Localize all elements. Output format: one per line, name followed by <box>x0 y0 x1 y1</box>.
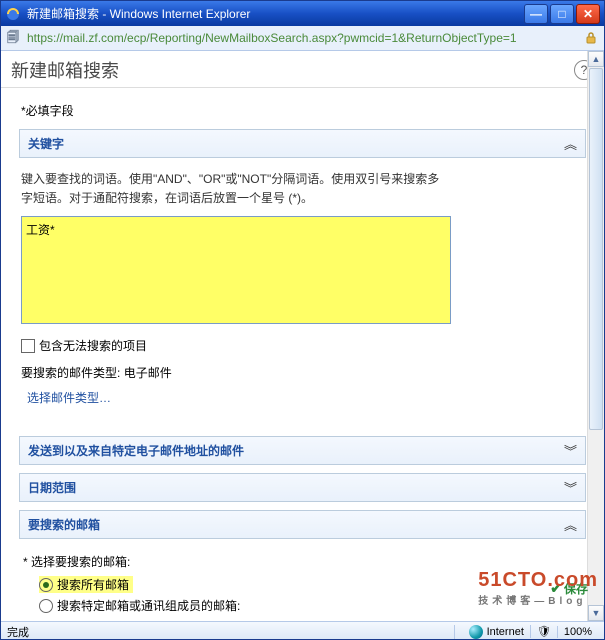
save-button[interactable]: ✔ 保存 <box>550 580 588 597</box>
address-bar: 🗐 https://mail.zf.com/ecp/Reporting/NewM… <box>1 26 604 51</box>
scrollbar-thumb[interactable] <box>589 68 603 430</box>
status-zoom[interactable]: 100% <box>557 626 598 638</box>
vertical-scrollbar[interactable]: ▲ ▼ <box>587 51 604 621</box>
window-title: 新建邮箱搜索 - Windows Internet Explorer <box>27 5 250 22</box>
status-bar: 完成 Internet 🛡 100% <box>1 621 604 640</box>
title-bar: 新建邮箱搜索 - Windows Internet Explorer — □ ✕ <box>1 1 604 26</box>
section-body-keywords: 键入要查找的词语。使用"AND"、"OR"或"NOT"分隔词语。使用双引号来搜索… <box>19 158 586 414</box>
maximize-button[interactable]: □ <box>550 4 574 24</box>
section-title: 发送到以及来自特定电子邮件地址的邮件 <box>28 442 244 459</box>
select-mailbox-label: * 选择要搜索的邮箱: <box>23 553 584 570</box>
radio-search-all-label: 搜索所有邮箱 <box>57 576 129 593</box>
keywords-input[interactable] <box>21 216 451 324</box>
section-header-keywords[interactable]: 关键字 ︽ <box>19 129 586 158</box>
radio-search-specific-label: 搜索特定邮箱或通讯组成员的邮箱: <box>57 597 240 614</box>
include-unsearchable-checkbox[interactable] <box>21 339 35 353</box>
section-title: 日期范围 <box>28 479 76 496</box>
close-button[interactable]: ✕ <box>576 4 600 24</box>
status-done: 完成 <box>7 624 29 640</box>
keywords-help-text: 键入要查找的词语。使用"AND"、"OR"或"NOT"分隔词语。使用双引号来搜索… <box>21 170 451 208</box>
minimize-button[interactable]: — <box>524 4 548 24</box>
required-fields-note: *必填字段 <box>21 102 586 119</box>
page-icon: 🗐 <box>5 30 21 46</box>
scroll-down-button[interactable]: ▼ <box>588 605 604 621</box>
browser-window: 新建邮箱搜索 - Windows Internet Explorer — □ ✕… <box>0 0 605 640</box>
section-header-sendto[interactable]: 发送到以及来自特定电子邮件地址的邮件 ︾ <box>19 436 586 465</box>
expand-icon: ︾ <box>564 441 577 460</box>
mail-types-label: 要搜索的邮件类型: <box>21 366 120 380</box>
radio-search-specific[interactable] <box>39 599 53 613</box>
section-header-mailboxes[interactable]: 要搜索的邮箱 ︽ <box>19 510 586 539</box>
internet-zone-icon <box>469 625 483 639</box>
lock-icon <box>582 29 600 47</box>
select-mail-types-link[interactable]: 选择邮件类型… <box>21 385 117 410</box>
status-zone: Internet <box>487 626 524 638</box>
collapse-icon: ︽ <box>564 515 577 534</box>
save-label: 保存 <box>564 580 588 597</box>
page-header: 新建邮箱搜索 ? <box>1 51 604 87</box>
checkmark-icon: ✔ <box>550 580 562 597</box>
content-area: 新建邮箱搜索 ? *必填字段 关键字 ︽ 键入要查找的词语。使用"AND"、"O… <box>1 51 604 621</box>
ie-logo-icon <box>5 6 21 22</box>
include-unsearchable-label: 包含无法搜索的项目 <box>39 337 147 354</box>
page-title: 新建邮箱搜索 <box>11 57 119 83</box>
section-body-mailboxes: * 选择要搜索的邮箱: 搜索所有邮箱 搜索特定邮箱或通讯组成员的邮箱: <box>19 539 586 620</box>
expand-icon: ︾ <box>564 478 577 497</box>
url-text[interactable]: https://mail.zf.com/ecp/Reporting/NewMai… <box>27 31 582 45</box>
mail-types-value: 电子邮件 <box>124 366 172 380</box>
radio-search-all[interactable] <box>39 578 53 592</box>
section-header-daterange[interactable]: 日期范围 ︾ <box>19 473 586 502</box>
scroll-up-button[interactable]: ▲ <box>588 51 604 67</box>
collapse-icon: ︽ <box>564 134 577 153</box>
section-title: 要搜索的邮箱 <box>28 516 100 533</box>
section-title: 关键字 <box>28 135 64 152</box>
protected-mode-icon: 🛡 <box>530 625 557 638</box>
